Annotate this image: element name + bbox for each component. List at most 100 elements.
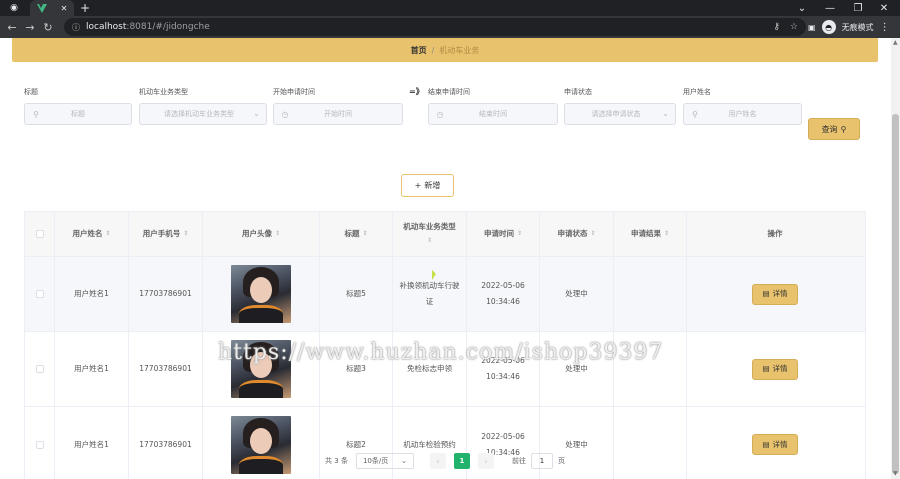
plus-icon: + xyxy=(414,181,422,190)
pagination: 共 3 条 10条/页 ⌄ ‹ 1 › 前往 1 页 xyxy=(12,452,878,470)
back-icon[interactable]: ← xyxy=(4,18,20,36)
query-button[interactable]: 查询 ⚲ xyxy=(808,118,860,140)
col-title[interactable]: 标题 ⇕ xyxy=(320,212,393,256)
type-placeholder: 请选择机动车业务类型 xyxy=(164,110,234,118)
menu-icon[interactable]: ⋮ xyxy=(880,22,890,33)
reload-icon[interactable]: ↻ xyxy=(40,18,56,36)
chevron-down-icon: ⌄ xyxy=(662,109,669,118)
scroll-thumb[interactable] xyxy=(892,114,899,474)
document-icon: ▤ xyxy=(762,364,770,373)
tab-inactive[interactable]: ◉ xyxy=(2,0,26,16)
detail-button[interactable]: ▤ 详情 xyxy=(752,358,798,380)
key-icon[interactable]: ⚷ xyxy=(773,22,780,32)
cell-business-type: 补换领机动车行驶证 xyxy=(393,257,467,331)
col-business-type[interactable]: 机动车业务类型 ⇕ xyxy=(393,212,467,256)
add-button-label: 新增 xyxy=(424,181,441,190)
goto-page-input[interactable]: 1 xyxy=(530,453,553,469)
cell-phone: 17703786901 xyxy=(129,257,203,331)
url-host: localhost xyxy=(86,22,127,32)
breadcrumb-separator: / xyxy=(431,45,435,55)
detail-button[interactable]: ▤ 详情 xyxy=(752,283,798,305)
end-date-picker[interactable]: ◷ 结束时间 xyxy=(428,103,558,125)
breadcrumb: 首页 / 机动车业务 xyxy=(12,38,878,62)
next-page-button[interactable]: › xyxy=(477,453,494,469)
chevron-right-icon: › xyxy=(484,456,488,466)
goto-prefix: 前往 xyxy=(511,457,526,465)
tab-active[interactable]: ✕ xyxy=(30,0,74,16)
col-avatar[interactable]: 用户头像 ⇕ xyxy=(203,212,320,256)
date-range-arrow: =》 xyxy=(409,87,424,96)
sort-icon[interactable]: ⇕ xyxy=(275,228,280,240)
minimize-icon[interactable]: — xyxy=(818,0,842,16)
user-placeholder: 用户姓名 xyxy=(728,110,757,118)
url-input[interactable]: ⓘ localhost:8081/#/jidongche ⚷ ☆ xyxy=(64,18,806,36)
select-all-checkbox[interactable] xyxy=(35,230,44,238)
cell-actions: ▤ 详情 xyxy=(687,332,863,406)
avatar[interactable] xyxy=(231,265,291,323)
title-search-input[interactable]: ⚲ 标题 xyxy=(24,103,132,125)
select-all-cell xyxy=(25,212,55,256)
col-label: 操作 xyxy=(767,229,783,238)
cell-user-name: 用户姓名1 xyxy=(55,257,129,331)
col-result[interactable]: 申请结果 ⇕ xyxy=(614,212,687,256)
goto-page: 前往 1 页 xyxy=(512,453,565,469)
row-checkbox[interactable] xyxy=(35,365,44,373)
sort-icon[interactable]: ⇕ xyxy=(590,228,595,240)
incognito-label: 无痕模式 xyxy=(841,22,874,32)
col-user-name[interactable]: 用户姓名 ⇕ xyxy=(55,212,129,256)
scroll-up-icon[interactable]: ▲ xyxy=(893,40,898,46)
col-actions: 操作 xyxy=(687,212,863,256)
clock-icon: ◷ xyxy=(281,109,289,119)
prev-page-button[interactable]: ‹ xyxy=(429,453,446,469)
star-icon[interactable]: ☆ xyxy=(790,22,798,32)
row-checkbox[interactable] xyxy=(35,440,44,449)
page-number-current[interactable]: 1 xyxy=(453,453,470,469)
page-size-value: 10条/页 xyxy=(362,457,389,465)
cell-phone: 17703786901 xyxy=(129,332,203,406)
sort-icon[interactable]: ⇕ xyxy=(664,228,669,240)
status-filter-label: 申请状态 xyxy=(564,88,592,96)
url-path: :8081/#/jidongche xyxy=(126,22,210,32)
query-button-label: 查询 xyxy=(821,124,838,134)
table-row[interactable]: 用户姓名1 17703786901 标题5 补换领机动车行驶证 2022-05-… xyxy=(25,257,865,332)
forward-icon[interactable]: → xyxy=(22,18,38,36)
col-label: 用户姓名 xyxy=(72,229,103,238)
sort-icon[interactable]: ⇕ xyxy=(517,228,522,240)
site-info-icon[interactable]: ⓘ xyxy=(72,22,80,33)
col-phone[interactable]: 用户手机号 ⇕ xyxy=(129,212,203,256)
scroll-down-icon[interactable]: ▼ xyxy=(893,471,898,477)
close-window-icon[interactable]: ✕ xyxy=(872,0,896,16)
user-filter-label: 用户姓名 xyxy=(683,88,711,96)
incognito-icon[interactable]: ◓ xyxy=(821,20,836,34)
add-button[interactable]: + 新增 xyxy=(401,174,454,197)
start-date-picker[interactable]: ◷ 开始时间 xyxy=(273,103,403,125)
title-placeholder: 标题 xyxy=(71,110,85,118)
chevron-down-icon: ⌄ xyxy=(401,457,407,465)
restore-icon[interactable]: ❐ xyxy=(846,0,870,16)
user-name-input[interactable]: ⚲ 用户姓名 xyxy=(683,103,802,125)
sidebar-toggle-icon[interactable]: ▣ xyxy=(808,23,816,32)
row-checkbox[interactable] xyxy=(35,290,44,298)
document-icon: ▤ xyxy=(762,439,770,449)
sort-icon[interactable]: ⇕ xyxy=(183,228,188,240)
tab-search-icon[interactable]: ⌄ xyxy=(790,0,814,16)
watermark: https://www.huzhan.com/ishop39397 xyxy=(218,340,664,365)
clock-icon: ◷ xyxy=(436,109,444,119)
sort-icon[interactable]: ⇕ xyxy=(362,228,367,240)
page-size-select[interactable]: 10条/页 ⌄ xyxy=(355,453,414,469)
status-select[interactable]: 请选择申请状态 ⌄ xyxy=(564,103,676,125)
vertical-scrollbar[interactable]: ▲ ▼ xyxy=(891,38,900,479)
col-label: 申请时间 xyxy=(483,229,514,238)
sort-icon[interactable]: ⇕ xyxy=(427,235,432,247)
col-status[interactable]: 申请状态 ⇕ xyxy=(540,212,614,256)
col-apply-time[interactable]: 申请时间 ⇕ xyxy=(467,212,540,256)
type-select[interactable]: 请选择机动车业务类型 ⌄ xyxy=(139,103,267,125)
sort-icon[interactable]: ⇕ xyxy=(105,228,110,240)
col-label: 用户手机号 xyxy=(142,229,181,238)
search-icon: ⚲ xyxy=(840,124,847,134)
new-tab-button[interactable]: + xyxy=(78,0,92,16)
breadcrumb-home[interactable]: 首页 xyxy=(411,45,427,56)
cell-result xyxy=(614,257,687,331)
close-tab-icon[interactable]: ✕ xyxy=(61,4,68,13)
start-date-placeholder: 开始时间 xyxy=(324,110,352,118)
